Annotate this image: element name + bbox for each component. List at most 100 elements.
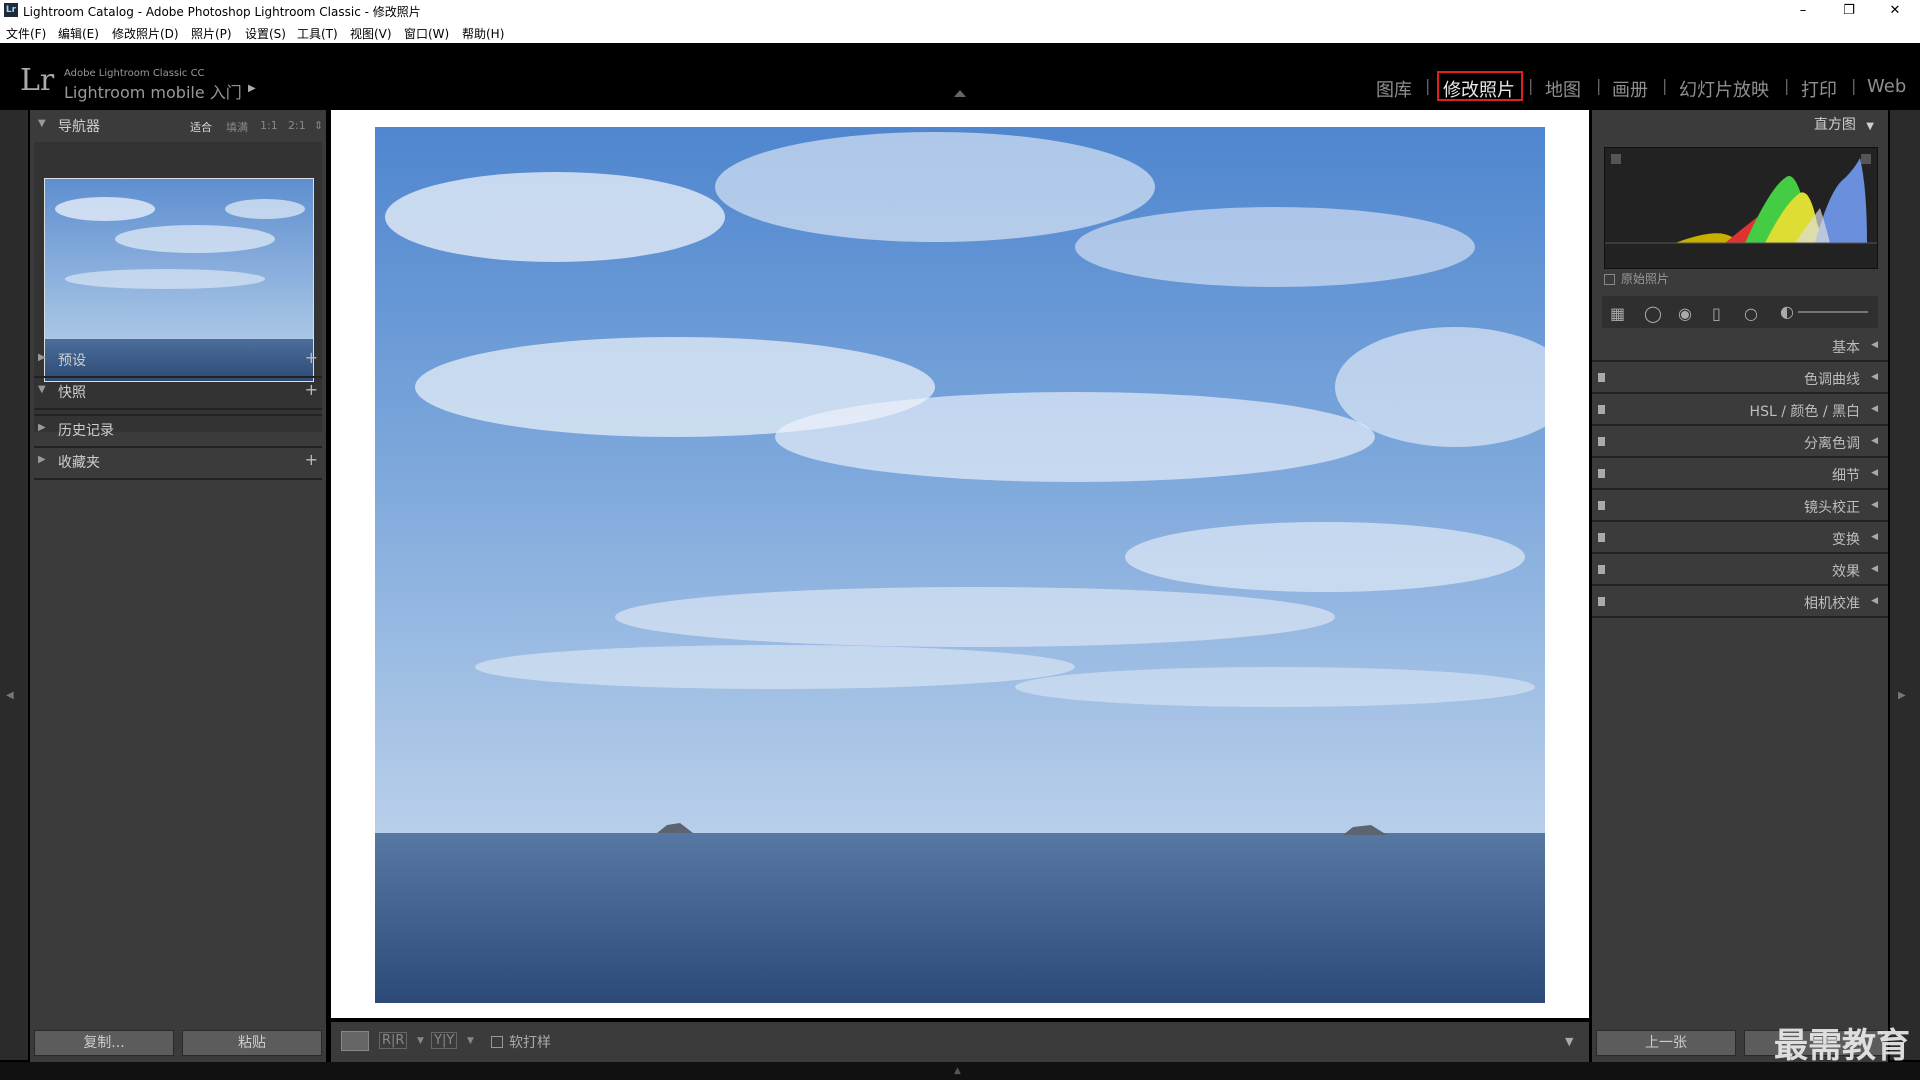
module-print[interactable]: 打印 — [1801, 76, 1837, 102]
graduated-filter-icon[interactable]: ▯ — [1712, 304, 1721, 323]
module-slideshow[interactable]: 幻灯片放映 — [1679, 76, 1769, 102]
right-arrow-icon[interactable]: ▶ — [1898, 690, 1906, 701]
shadow-clipping-icon — [1611, 154, 1621, 164]
module-map[interactable]: 地图 — [1545, 76, 1581, 102]
add-collection-icon[interactable]: + — [305, 450, 318, 469]
expand-right-icon: ▶ — [38, 352, 46, 363]
tone-curve-section[interactable]: 色调曲线 ◀ — [1592, 364, 1888, 394]
spot-removal-icon[interactable]: ◯ — [1644, 304, 1662, 323]
detail-label: 细节 — [1832, 468, 1860, 484]
module-separator: | — [1596, 76, 1602, 95]
camera-calibration-section[interactable]: 相机校准 ◀ — [1592, 588, 1888, 618]
checkbox-icon[interactable] — [1604, 274, 1615, 285]
histogram-header[interactable]: 直方图 ▼ — [1814, 114, 1874, 134]
collapse-top-icon[interactable] — [954, 90, 966, 97]
collections-label: 收藏夹 — [58, 455, 100, 471]
original-photo-checkbox[interactable]: 原始照片 — [1604, 270, 1669, 287]
detail-section[interactable]: 细节 ◀ — [1592, 460, 1888, 490]
adjustment-brush-icon[interactable]: ◐ — [1780, 302, 1794, 321]
history-header[interactable]: ▶ 历史记录 — [30, 416, 326, 444]
loupe-view-icon[interactable] — [341, 1031, 369, 1051]
expand-down-icon: ▼ — [38, 118, 46, 129]
crop-icon[interactable]: ▦ — [1610, 304, 1625, 323]
basic-label: 基本 — [1832, 340, 1860, 356]
radial-filter-icon[interactable]: ○ — [1744, 304, 1758, 323]
play-arrow-icon[interactable]: ▶ — [248, 83, 256, 94]
menu-settings[interactable]: 设置(S) — [245, 25, 286, 42]
histogram[interactable] — [1604, 147, 1878, 269]
collections-header[interactable]: ▶ 收藏夹 + — [30, 448, 326, 476]
dropdown-icon[interactable]: ▼ — [467, 1036, 474, 1046]
filmstrip-bar[interactable]: ▲ — [0, 1062, 1920, 1080]
menu-help[interactable]: 帮助(H) — [462, 25, 504, 42]
hsl-section[interactable]: HSL / 颜色 / 黑白 ◀ — [1592, 396, 1888, 426]
history-label: 历史记录 — [58, 423, 114, 439]
split-toning-section[interactable]: 分离色调 ◀ — [1592, 428, 1888, 458]
menu-file[interactable]: 文件(F) — [6, 25, 46, 42]
snapshots-label: 快照 — [58, 385, 86, 401]
presets-header[interactable]: ▶ 预设 + — [30, 346, 326, 374]
copy-button[interactable]: 复制... — [34, 1030, 174, 1056]
effects-section[interactable]: 效果 ◀ — [1592, 556, 1888, 586]
zoom-stepper-icon[interactable]: ⇕ — [314, 119, 323, 132]
zoom-1-1[interactable]: 1:1 — [260, 119, 278, 132]
toggle-switch-icon[interactable] — [1598, 469, 1605, 478]
add-preset-icon[interactable]: + — [305, 348, 318, 367]
lens-correction-section[interactable]: 镜头校正 ◀ — [1592, 492, 1888, 522]
zoom-2-1[interactable]: 2:1 — [288, 119, 306, 132]
main-photo[interactable] — [375, 127, 1545, 1003]
toggle-switch-icon[interactable] — [1598, 405, 1605, 414]
brush-slider[interactable] — [1798, 311, 1868, 313]
restore-button[interactable]: ❐ — [1826, 0, 1872, 22]
collapse-left-icon: ◀ — [1871, 564, 1878, 574]
snapshots-header[interactable]: ▼ 快照 + — [30, 378, 326, 406]
menu-edit[interactable]: 编辑(E) — [58, 25, 99, 42]
zoom-fit[interactable]: 适合 — [190, 119, 212, 135]
menu-develop[interactable]: 修改照片(D) — [112, 25, 179, 42]
dropdown-icon[interactable]: ▼ — [417, 1036, 424, 1046]
right-panel-toggle[interactable]: ▶ — [1890, 110, 1920, 1060]
module-library[interactable]: 图库 — [1376, 76, 1412, 102]
minimize-button[interactable]: – — [1780, 0, 1826, 22]
soft-proof-checkbox[interactable] — [491, 1036, 503, 1048]
transform-section[interactable]: 变换 ◀ — [1592, 524, 1888, 554]
add-snapshot-icon[interactable]: + — [305, 380, 318, 399]
mobile-link[interactable]: Lightroom mobile 入门 — [64, 79, 242, 103]
red-eye-icon[interactable]: ◉ — [1678, 304, 1692, 323]
module-web[interactable]: Web — [1867, 76, 1906, 97]
menu-view[interactable]: 视图(V) — [350, 25, 392, 42]
collapse-left-icon: ◀ — [1871, 468, 1878, 478]
toggle-switch-icon[interactable] — [1598, 597, 1605, 606]
photo-seascape — [375, 127, 1545, 1003]
expand-down-icon: ▼ — [1866, 121, 1874, 132]
previous-button[interactable]: 上一张 — [1596, 1030, 1736, 1056]
before-after-lr-button[interactable]: R|R — [379, 1032, 408, 1049]
collapse-left-icon: ◀ — [1871, 404, 1878, 414]
toggle-switch-icon[interactable] — [1598, 565, 1605, 574]
basic-section[interactable]: 基本 ◀ — [1592, 332, 1888, 362]
menu-photo[interactable]: 照片(P) — [191, 25, 232, 42]
menu-window[interactable]: 窗口(W) — [404, 25, 449, 42]
module-book[interactable]: 画册 — [1612, 76, 1648, 102]
expand-filmstrip-icon[interactable]: ▲ — [954, 1066, 961, 1076]
navigator-header[interactable]: ▼ 导航器 适合 填满 1:1 2:1 ⇕ — [30, 112, 326, 140]
left-arrow-icon[interactable]: ◀ — [6, 690, 14, 701]
left-panel-toggle[interactable]: ◀ — [0, 110, 28, 1060]
soft-proof-label: 软打样 — [509, 1035, 551, 1051]
effects-label: 效果 — [1832, 564, 1860, 580]
divider — [34, 478, 322, 480]
paste-button[interactable]: 粘贴 — [182, 1030, 322, 1056]
menu-tools[interactable]: 工具(T) — [297, 25, 338, 42]
lens-correction-label: 镜头校正 — [1804, 500, 1860, 516]
before-after-tb-button[interactable]: Y|Y — [431, 1032, 458, 1049]
toggle-switch-icon[interactable] — [1598, 437, 1605, 446]
expand-right-icon: ▶ — [38, 422, 46, 433]
toolbar-menu-icon[interactable]: ▼ — [1565, 1035, 1573, 1048]
watermark: 最需教育 — [1774, 1026, 1910, 1066]
close-button[interactable]: ✕ — [1872, 0, 1918, 22]
toggle-switch-icon[interactable] — [1598, 373, 1605, 382]
zoom-fill[interactable]: 填满 — [226, 119, 248, 135]
toggle-switch-icon[interactable] — [1598, 533, 1605, 542]
toggle-switch-icon[interactable] — [1598, 501, 1605, 510]
right-panel: 直方图 ▼ 原始照片 ▦ ◯ ◉ ▯ ○ ◐ 基本 ◀ 色调曲线 ◀ HSL /… — [1592, 110, 1888, 1060]
